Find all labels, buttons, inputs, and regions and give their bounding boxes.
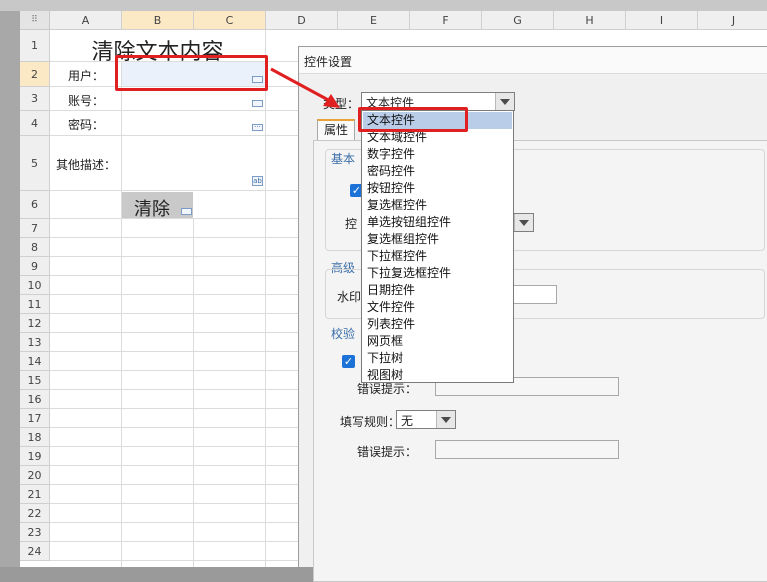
arrow-icon	[270, 67, 340, 108]
column-header-f[interactable]: F	[410, 11, 482, 30]
error-hint-label-2: 错误提示：	[357, 445, 418, 459]
textarea-widget-marker: ab	[252, 176, 263, 186]
dropdown-option[interactable]: 网页框	[363, 333, 512, 350]
section-validate-label: 校验	[331, 327, 356, 341]
label-user: 用户：	[67, 69, 104, 83]
column-header-b[interactable]: B	[122, 11, 194, 30]
dropdown-option[interactable]: 下拉复选框控件	[363, 265, 512, 282]
section-basic-label: 基本	[331, 152, 356, 166]
row-header-12[interactable]: 12	[20, 314, 50, 333]
label-description: 其他描述：	[55, 158, 116, 172]
chevron-down-icon[interactable]	[495, 93, 514, 110]
control-name-select[interactable]	[513, 213, 534, 232]
chevron-down-icon[interactable]	[436, 411, 455, 428]
row-header-3[interactable]: 3	[20, 87, 50, 111]
column-header-a[interactable]: A	[50, 11, 122, 30]
watermark-input[interactable]	[513, 285, 557, 304]
error-hint-input-2[interactable]	[435, 440, 619, 459]
label-account: 账号：	[67, 94, 104, 108]
column-header-i[interactable]: I	[626, 11, 698, 30]
dropdown-option[interactable]: 视图树	[363, 367, 512, 384]
row-header-5[interactable]: 5	[20, 136, 50, 191]
column-header-g[interactable]: G	[482, 11, 554, 30]
dropdown-option[interactable]: 数字控件	[363, 146, 512, 163]
row-header-19[interactable]: 19	[20, 447, 50, 466]
column-header-j[interactable]: J	[698, 11, 767, 30]
row-header-7[interactable]: 7	[20, 219, 50, 238]
column-header-e[interactable]: E	[338, 11, 410, 30]
row-header-4[interactable]: 4	[20, 111, 50, 136]
row-header-13[interactable]: 13	[20, 333, 50, 352]
row-header-17[interactable]: 17	[20, 409, 50, 428]
fill-rule-select[interactable]: 无	[396, 410, 456, 429]
dropdown-option[interactable]: 下拉框控件	[363, 248, 512, 265]
row-header-15[interactable]: 15	[20, 371, 50, 390]
row-header-22[interactable]: 22	[20, 504, 50, 523]
tab-properties[interactable]: 属性	[317, 119, 355, 140]
dropdown-option[interactable]: 下拉树	[363, 350, 512, 367]
row-header-6[interactable]: 6	[20, 191, 50, 219]
row-header-23[interactable]: 23	[20, 523, 50, 542]
validate-checkbox[interactable]: ✓	[342, 355, 355, 368]
row-header-10[interactable]: 10	[20, 276, 50, 295]
row-header-24[interactable]: 24	[20, 542, 50, 561]
clear-button[interactable]: 清除	[122, 195, 182, 221]
label-password: 密码：	[67, 118, 104, 132]
row-header-18[interactable]: 18	[20, 428, 50, 447]
row-header-11[interactable]: 11	[20, 295, 50, 314]
password-widget-marker: ···	[252, 124, 263, 131]
dropdown-option[interactable]: 日期控件	[363, 282, 512, 299]
row-header-21[interactable]: 21	[20, 485, 50, 504]
row-header-2[interactable]: 2	[20, 62, 50, 87]
row-header-1[interactable]: 1	[20, 30, 50, 62]
highlight-box-option	[358, 107, 468, 132]
select-all-corner[interactable]: ⠿	[20, 11, 50, 30]
control-name-label: 控	[345, 217, 358, 231]
dialog-titlebar[interactable]	[299, 47, 767, 74]
row-header-14[interactable]: 14	[20, 352, 50, 371]
highlight-box-cell	[115, 55, 268, 91]
button-widget-marker	[181, 208, 192, 215]
dropdown-option[interactable]: 单选按钮组控件	[363, 214, 512, 231]
account-widget-marker	[252, 100, 263, 107]
fill-rule-value: 无	[401, 414, 414, 428]
dropdown-option[interactable]: 列表控件	[363, 316, 512, 333]
row-header-16[interactable]: 16	[20, 390, 50, 409]
column-header-d[interactable]: D	[266, 11, 338, 30]
type-dropdown-list: 文本控件 文本域控件 数字控件 密码控件 按钮控件 复选框控件 单选按钮组控件 …	[361, 110, 514, 383]
row-header-8[interactable]: 8	[20, 238, 50, 257]
row-header-9[interactable]: 9	[20, 257, 50, 276]
dropdown-option[interactable]: 复选框组控件	[363, 231, 512, 248]
grid-icon: ⠿	[31, 15, 38, 25]
left-panel-strip	[0, 0, 20, 567]
watermark-label: 水印	[337, 290, 362, 304]
dropdown-option[interactable]: 按钮控件	[363, 180, 512, 197]
chevron-down-icon[interactable]	[514, 214, 533, 231]
dropdown-option[interactable]: 复选框控件	[363, 197, 512, 214]
dropdown-option[interactable]: 文件控件	[363, 299, 512, 316]
column-header-h[interactable]: H	[554, 11, 626, 30]
fill-rule-label: 填写规则：	[340, 415, 401, 429]
row-header-20[interactable]: 20	[20, 466, 50, 485]
column-header-c[interactable]: C	[194, 11, 266, 30]
top-toolbar-strip	[0, 0, 767, 11]
dropdown-option[interactable]: 密码控件	[363, 163, 512, 180]
